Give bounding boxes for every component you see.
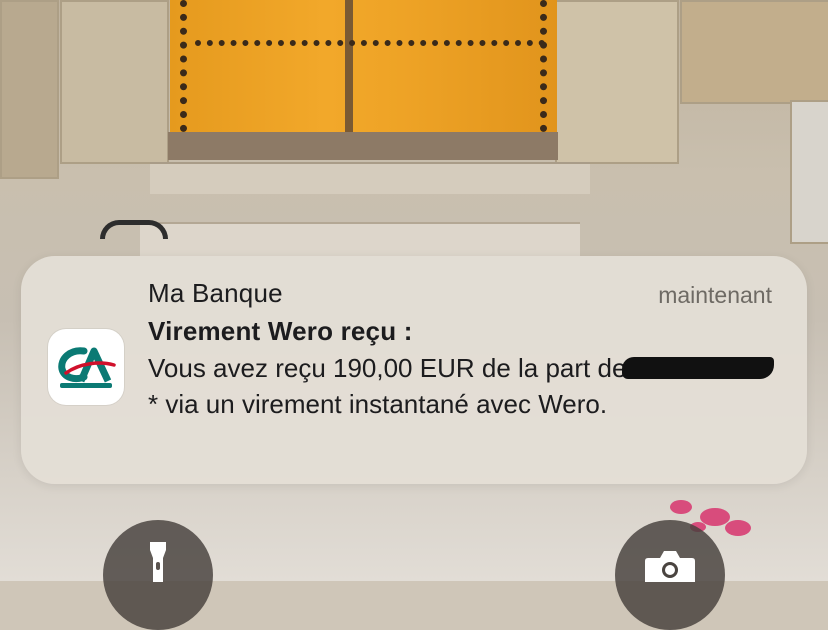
- stone-step: [150, 162, 590, 194]
- flashlight-icon: [150, 542, 166, 582]
- stone-block: [0, 0, 59, 179]
- app-name: Ma Banque: [148, 278, 283, 308]
- door-studs: [180, 0, 187, 132]
- door-sill: [168, 132, 558, 160]
- flashlight-button[interactable]: [103, 520, 213, 630]
- notification-banner[interactable]: Ma Banque maintenant Virement Wero reçu …: [21, 256, 807, 484]
- body-text-part1: Vous avez reçu 190,00 EUR de la part de: [148, 353, 627, 383]
- notification-body: Vous avez reçu 190,00 EUR de la part de …: [148, 350, 778, 422]
- garden-hose: [100, 220, 168, 239]
- notification-title: Virement Wero reçu :: [148, 316, 413, 346]
- stone-step: [140, 222, 580, 256]
- stone-block: [555, 0, 679, 164]
- door-studs: [540, 0, 547, 132]
- stone-block: [680, 0, 828, 104]
- door-split: [345, 0, 353, 132]
- door-studs: [195, 40, 545, 46]
- camera-button[interactable]: [615, 520, 725, 630]
- stone-block: [60, 0, 169, 164]
- body-text-part2: via un virement instantané avec Wero.: [158, 389, 608, 419]
- redacted-tail: *: [148, 389, 159, 419]
- camera-icon: [645, 551, 695, 582]
- stone-block: [790, 100, 828, 244]
- timestamp: maintenant: [658, 282, 772, 308]
- wooden-door: [170, 0, 557, 138]
- redacted-sender-name: [621, 357, 774, 379]
- credit-agricole-icon: [48, 329, 124, 405]
